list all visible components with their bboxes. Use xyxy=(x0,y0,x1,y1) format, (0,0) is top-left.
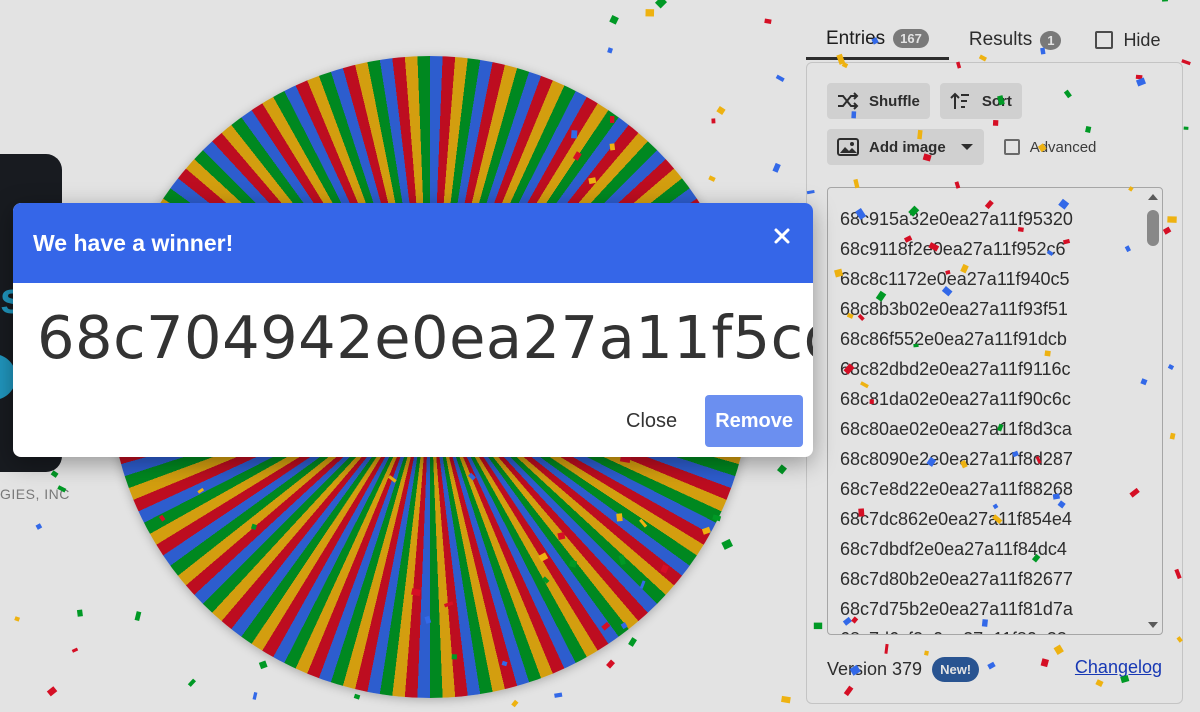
app: s GIES, INC Entries 167 Results 1 Hide xyxy=(0,0,1200,712)
dialog-title: We have a winner! xyxy=(33,229,234,256)
remove-button[interactable]: Remove xyxy=(705,395,803,447)
close-icon[interactable] xyxy=(771,225,793,247)
dialog-actions: Close Remove xyxy=(616,395,803,447)
dialog-header: We have a winner! xyxy=(13,203,813,283)
close-button[interactable]: Close xyxy=(616,400,687,443)
winner-dialog: We have a winner! 68c704942e0ea27a11f5cd… xyxy=(13,203,813,457)
winner-name: 68c704942e0ea27a11f5cdef xyxy=(37,303,813,372)
